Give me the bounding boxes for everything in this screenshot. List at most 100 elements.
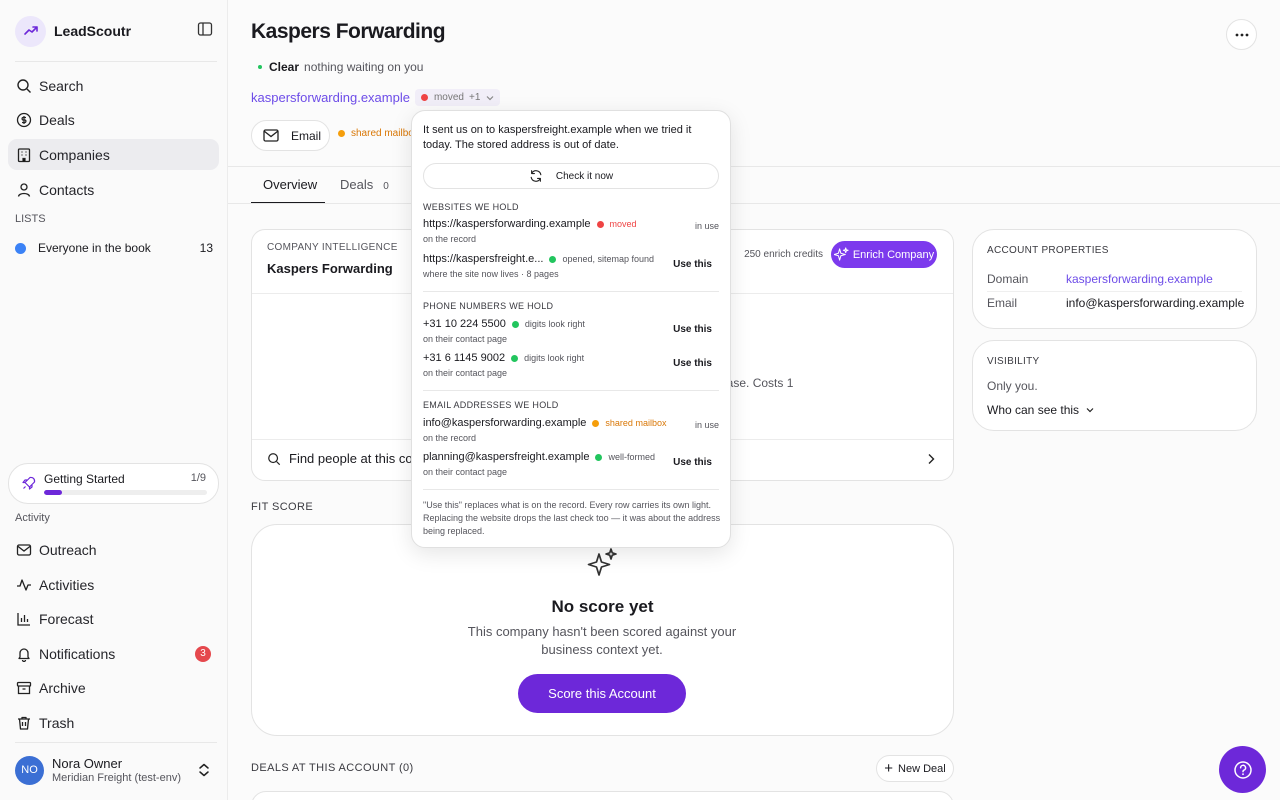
nav-trash[interactable]: Trash [8, 707, 219, 738]
phone-sub: on their contact page [423, 334, 508, 344]
email-sub: on their contact page [423, 467, 508, 477]
nav-label: Search [39, 77, 84, 94]
prop-domain-value[interactable]: kaspersforwarding.example [1066, 272, 1213, 286]
activity-icon [17, 578, 31, 591]
avatar: NO [15, 755, 44, 785]
divider [228, 166, 1280, 167]
tab-count: 0 [383, 181, 389, 192]
status-dot [338, 130, 345, 137]
nav-search[interactable]: Search [8, 70, 219, 101]
use-this-button[interactable]: Use this [673, 457, 712, 468]
email-tag-label: shared mailbox [351, 128, 419, 139]
websites-header: WEBSITES WE HOLD [423, 202, 519, 212]
website-tag: opened, sitemap found [562, 254, 655, 264]
use-this-button[interactable]: Use this [673, 358, 712, 369]
score-button-label: Score this Account [548, 686, 656, 701]
status-main: Clear [269, 60, 300, 74]
refresh-icon [530, 170, 542, 182]
divider [423, 489, 719, 490]
chevron-down-icon [1086, 408, 1094, 413]
domain-line: kaspersforwarding.example moved +1 [251, 89, 501, 106]
score-account-button[interactable]: Score this Account [518, 674, 686, 713]
status-line: Clear nothing waiting on you [258, 60, 423, 74]
sidebar-toggle-icon[interactable] [197, 21, 215, 39]
website-row: https://kaspersfreight.e... opened, sitem… [423, 253, 719, 283]
check-it-now-button[interactable]: Check it now [423, 163, 719, 189]
chevron-right-icon[interactable] [927, 453, 935, 465]
domain-status-tag: moved [433, 92, 464, 103]
enrich-company-button[interactable]: Enrich Company [831, 241, 937, 268]
phone-tag: digits look right [524, 353, 585, 363]
nav-label: Forecast [39, 610, 94, 627]
nav-label: Contacts [39, 181, 95, 198]
archive-icon [16, 681, 32, 694]
chevrons-up-down-icon[interactable] [197, 762, 211, 778]
list-count: 13 [199, 241, 213, 255]
domain-status-chip[interactable]: moved +1 [414, 89, 501, 106]
status-dot [592, 419, 600, 427]
nav-activities[interactable]: Activities [8, 569, 219, 600]
email-button[interactable]: Email [251, 120, 330, 151]
divider [15, 61, 217, 62]
tab-overview[interactable]: Overview [263, 177, 317, 192]
list-color-dot [15, 242, 26, 254]
fit-score-description: This company hasn't been scored against … [467, 624, 737, 657]
user-name: Nora Owner [52, 756, 123, 771]
nav-deals[interactable]: Deals [8, 104, 219, 135]
list-item[interactable]: Everyone in the book 13 [15, 238, 213, 258]
company-name: Kaspers Forwarding [267, 261, 393, 276]
prop-email-value[interactable]: info@kaspersforwarding.example [1066, 296, 1244, 310]
enrich-button-label: Enrich Company [852, 248, 935, 261]
nav-contacts[interactable]: Contacts [8, 174, 219, 205]
email-value: planning@kaspersfreight.example [423, 451, 590, 463]
progress-fill [44, 490, 62, 495]
activity-header: Activity [15, 512, 50, 524]
section-label: ACCOUNT PROPERTIES [987, 245, 1109, 256]
email-button-label: Email [291, 128, 322, 143]
status-dot [511, 320, 519, 328]
website-row: https://kaspersforwarding.example moved o… [423, 218, 719, 248]
visibility-dropdown[interactable]: Who can see this [987, 403, 1094, 417]
getting-started-title: Getting Started [44, 472, 125, 486]
email-value: info@kaspersforwarding.example [423, 417, 587, 429]
user-menu[interactable]: NO Nora Owner Meridian Freight (test-env… [15, 753, 215, 787]
website-sub: on the record [423, 234, 477, 244]
brand[interactable]: LeadScoutr [15, 15, 215, 47]
getting-started-count: 1/9 [190, 472, 206, 484]
tab-deals[interactable]: Deals 0 [340, 177, 389, 192]
nav-label: Deals [39, 111, 75, 128]
popover-footer: "Use this" replaces what is on the recor… [423, 500, 721, 536]
new-deal-button[interactable]: + New Deal [876, 755, 954, 782]
rocket-icon [22, 476, 36, 490]
sidebar: LeadScoutr Search Deals Companies Contac… [0, 0, 228, 800]
phone-row: +31 10 224 5500 digits look right on thei… [423, 318, 719, 348]
website-tag: moved [609, 219, 637, 229]
deals-card [251, 791, 954, 800]
prop-key: Domain [987, 272, 1029, 286]
domain-popover: It sent us on to kaspersfreight.example … [411, 110, 731, 548]
use-this-button[interactable]: Use this [673, 324, 712, 335]
more-options-button[interactable] [1226, 19, 1257, 50]
website-value: https://kaspersforwarding.example [423, 218, 591, 230]
nav-forecast[interactable]: Forecast [8, 603, 219, 634]
popover-note: It sent us on to kaspersfreight.example … [423, 124, 692, 151]
prop-key: Email [987, 296, 1018, 310]
use-this-button[interactable]: Use this [673, 259, 712, 270]
domain-link[interactable]: kaspersforwarding.example [251, 90, 410, 105]
nav-archive[interactable]: Archive [8, 672, 219, 703]
divider [15, 742, 217, 743]
app-name: LeadScoutr [54, 23, 132, 39]
nav-label: Notifications [39, 645, 116, 662]
help-button[interactable] [1219, 746, 1266, 793]
status-dot [258, 65, 262, 69]
section-label: VISIBILITY [987, 356, 1040, 367]
phone-tag: digits look right [524, 319, 585, 329]
building-icon [17, 147, 31, 162]
tab-label: Deals [340, 177, 374, 192]
getting-started-card[interactable]: Getting Started 1/9 [8, 463, 219, 504]
email-sub: on the record [423, 433, 477, 443]
nav-companies[interactable]: Companies [8, 139, 219, 170]
nav-notifications[interactable]: Notifications 3 [8, 638, 219, 669]
nav-outreach[interactable]: Outreach [8, 534, 219, 565]
visibility-dropdown-label: Who can see this [987, 403, 1080, 417]
